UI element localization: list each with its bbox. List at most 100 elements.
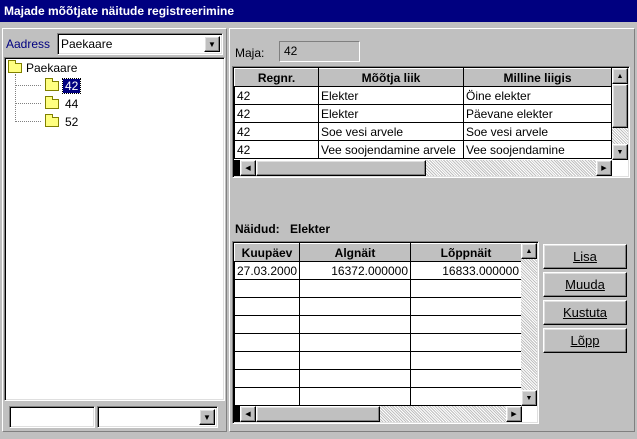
table-cell[interactable] <box>299 333 411 352</box>
bottom-combo[interactable]: ▼ <box>97 406 218 428</box>
readings-horizontal-scrollbar[interactable]: ◀ ▶ <box>234 406 522 422</box>
table-cell[interactable] <box>299 297 411 316</box>
table-row[interactable] <box>234 333 522 352</box>
table-cell[interactable] <box>299 351 411 370</box>
table-cell[interactable]: 16833.000000 <box>410 261 522 280</box>
table-cell[interactable] <box>410 351 522 370</box>
scroll-thumb[interactable] <box>612 84 628 128</box>
add-button[interactable]: Lisa <box>543 244 627 269</box>
table-cell[interactable] <box>410 333 522 352</box>
column-header[interactable]: Mõõtja liik <box>318 68 464 87</box>
table-cell[interactable] <box>410 279 522 298</box>
scroll-right-icon[interactable]: ▶ <box>506 406 522 422</box>
scroll-right-icon[interactable]: ▶ <box>596 160 612 176</box>
chevron-down-icon[interactable]: ▼ <box>204 36 220 52</box>
edit-button-label: Muuda <box>565 277 605 292</box>
table-cell[interactable] <box>234 297 300 316</box>
table-cell[interactable]: Päevane elekter <box>463 104 612 123</box>
bottom-text-field[interactable] <box>9 406 95 428</box>
tree-root[interactable]: Paekaare <box>8 60 77 76</box>
chevron-down-icon[interactable]: ▼ <box>199 409 215 425</box>
table-cell[interactable] <box>410 369 522 388</box>
scroll-thumb[interactable] <box>256 406 380 422</box>
column-header[interactable]: Regnr. <box>234 68 319 87</box>
table-cell[interactable]: 16372.000000 <box>299 261 411 280</box>
table-cell[interactable]: Vee soojendamine <box>463 140 612 159</box>
folder-icon <box>8 60 22 73</box>
table-cell[interactable] <box>234 333 300 352</box>
readings-grid[interactable]: Kuupäev Algnäit Lõppnäit 27.03.2000 1637… <box>232 241 539 424</box>
delete-button-label: Kustuta <box>562 305 608 320</box>
table-row[interactable]: 42 Elekter Päevane elekter <box>234 104 612 123</box>
column-header[interactable]: Lõppnäit <box>410 243 522 262</box>
readings-meter-name: Elekter <box>290 222 331 236</box>
column-header[interactable]: Kuupäev <box>234 243 300 262</box>
table-cell[interactable]: Öine elekter <box>463 86 612 105</box>
table-cell[interactable] <box>299 279 411 298</box>
table-cell[interactable]: 42 <box>234 86 319 105</box>
table-cell[interactable]: 27.03.2000 <box>234 261 300 280</box>
table-cell[interactable]: Vee soojendamine arvele <box>318 140 464 159</box>
meters-grid[interactable]: Regnr. Mõõtja liik Milline liigis 42 Ele… <box>232 66 630 178</box>
table-cell[interactable] <box>410 297 522 316</box>
table-cell[interactable] <box>410 315 522 334</box>
table-cell[interactable] <box>234 351 300 370</box>
scroll-left-icon[interactable]: ◀ <box>240 160 256 176</box>
delete-button[interactable]: Kustuta <box>543 300 627 325</box>
table-cell[interactable]: Soe vesi arvele <box>463 122 612 141</box>
title-bar: Majade mõõtjate näitude registreerimine <box>0 0 637 22</box>
column-header[interactable]: Algnäit <box>299 243 411 262</box>
maja-value: 42 <box>284 44 298 58</box>
table-cell[interactable]: Soe vesi arvele <box>318 122 464 141</box>
table-row[interactable]: 42 Elekter Öine elekter <box>234 86 612 105</box>
column-header[interactable]: Milline liigis <box>463 68 612 87</box>
table-cell[interactable] <box>299 315 411 334</box>
table-cell[interactable] <box>299 369 411 388</box>
table-row[interactable] <box>234 297 522 316</box>
table-row[interactable]: 42 Soe vesi arvele Soe vesi arvele <box>234 122 612 141</box>
folder-icon <box>45 114 59 127</box>
meters-vertical-scrollbar[interactable]: ▲ ▼ <box>612 68 628 160</box>
close-button[interactable]: Lõpp <box>543 328 627 353</box>
meters-horizontal-scrollbar[interactable]: ◀ ▶ <box>234 160 612 176</box>
scroll-up-icon[interactable]: ▲ <box>612 68 628 84</box>
scroll-thumb[interactable] <box>256 160 426 176</box>
tree-view[interactable]: Paekaare 42 44 52 <box>4 57 225 401</box>
tree-item-42[interactable]: 42 <box>45 78 82 94</box>
scroll-down-icon[interactable]: ▼ <box>521 390 537 406</box>
table-row[interactable]: 42 Vee soojendamine arvele Vee soojendam… <box>234 140 612 159</box>
table-cell[interactable] <box>234 387 300 406</box>
table-cell[interactable] <box>234 315 300 334</box>
table-cell[interactable] <box>234 279 300 298</box>
tree-item-52[interactable]: 52 <box>45 114 80 130</box>
scroll-down-icon[interactable]: ▼ <box>612 144 628 160</box>
table-row[interactable] <box>234 315 522 334</box>
close-button-label: Lõpp <box>570 333 600 348</box>
table-cell[interactable] <box>299 387 411 406</box>
table-row[interactable]: 27.03.2000 16372.000000 16833.000000 <box>234 261 522 280</box>
address-combo[interactable]: Paekaare ▼ <box>57 33 223 55</box>
tree-item-44[interactable]: 44 <box>45 96 80 112</box>
table-cell[interactable]: 42 <box>234 104 319 123</box>
folder-open-icon <box>45 78 59 91</box>
readings-vertical-scrollbar[interactable]: ▲ ▼ <box>521 243 537 406</box>
scroll-left-icon[interactable]: ◀ <box>240 406 256 422</box>
table-row[interactable] <box>234 387 522 406</box>
table-row[interactable] <box>234 279 522 298</box>
table-row[interactable] <box>234 351 522 370</box>
maja-field: 42 <box>279 41 360 62</box>
table-cell[interactable]: 42 <box>234 140 319 159</box>
readings-label: Näidud: <box>235 222 280 236</box>
address-value: Paekaare <box>61 37 113 51</box>
tree-item-label: 42 <box>61 78 82 94</box>
table-cell[interactable]: Elekter <box>318 86 464 105</box>
table-row[interactable] <box>234 369 522 388</box>
folder-icon <box>45 96 59 109</box>
edit-button[interactable]: Muuda <box>543 272 627 297</box>
table-cell[interactable] <box>410 387 522 406</box>
table-cell[interactable]: 42 <box>234 122 319 141</box>
scroll-up-icon[interactable]: ▲ <box>521 243 537 259</box>
tree-item-label: 52 <box>65 115 79 129</box>
table-cell[interactable]: Elekter <box>318 104 464 123</box>
table-cell[interactable] <box>234 369 300 388</box>
